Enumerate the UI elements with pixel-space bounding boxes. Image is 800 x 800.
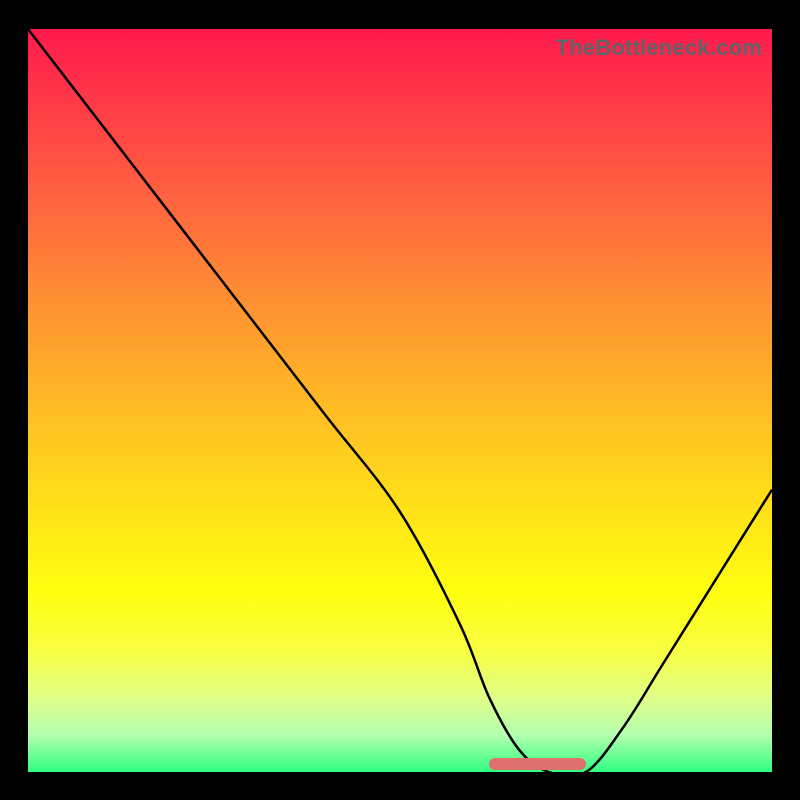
watermark-text: TheBottleneck.com	[556, 35, 762, 61]
chart-frame: TheBottleneck.com	[0, 0, 800, 800]
bottleneck-curve	[28, 29, 772, 772]
plot-area: TheBottleneck.com	[28, 29, 772, 772]
optimal-range-marker	[489, 758, 586, 770]
